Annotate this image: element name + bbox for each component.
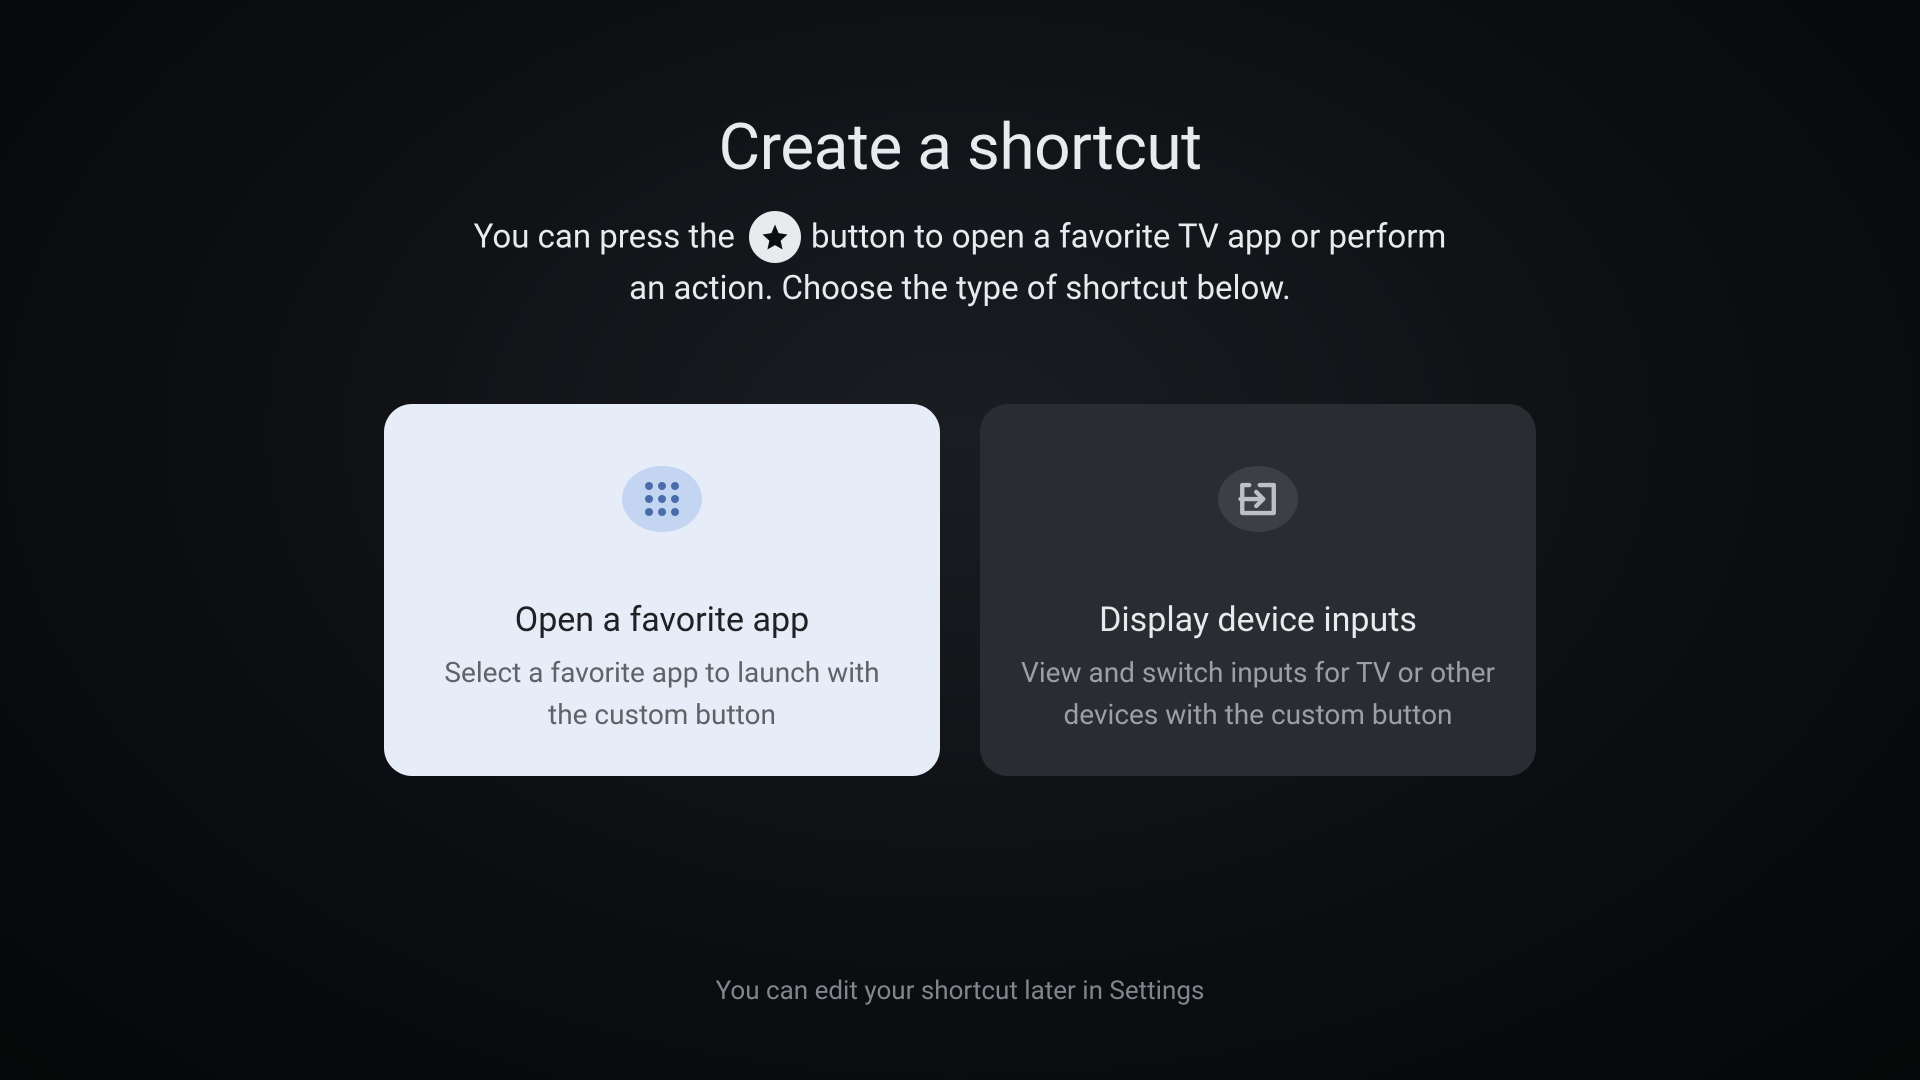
apps-grid-icon	[622, 466, 702, 532]
card-description: View and switch inputs for TV or other d…	[1020, 652, 1496, 736]
card-description: Select a favorite app to launch with the…	[424, 652, 900, 736]
subtitle-text-before: You can press the	[474, 217, 743, 256]
shortcut-options: Open a favorite app Select a favorite ap…	[384, 404, 1536, 776]
open-favorite-app-card[interactable]: Open a favorite app Select a favorite ap…	[384, 404, 940, 776]
footer-note: You can edit your shortcut later in Sett…	[716, 976, 1205, 1006]
card-title: Display device inputs	[1099, 600, 1417, 640]
page-subtitle: You can press the button to open a favor…	[470, 211, 1450, 314]
input-icon	[1218, 466, 1298, 532]
page-title: Create a shortcut	[718, 110, 1201, 185]
card-title: Open a favorite app	[515, 600, 809, 640]
star-button-icon	[749, 211, 801, 263]
display-device-inputs-card[interactable]: Display device inputs View and switch in…	[980, 404, 1536, 776]
